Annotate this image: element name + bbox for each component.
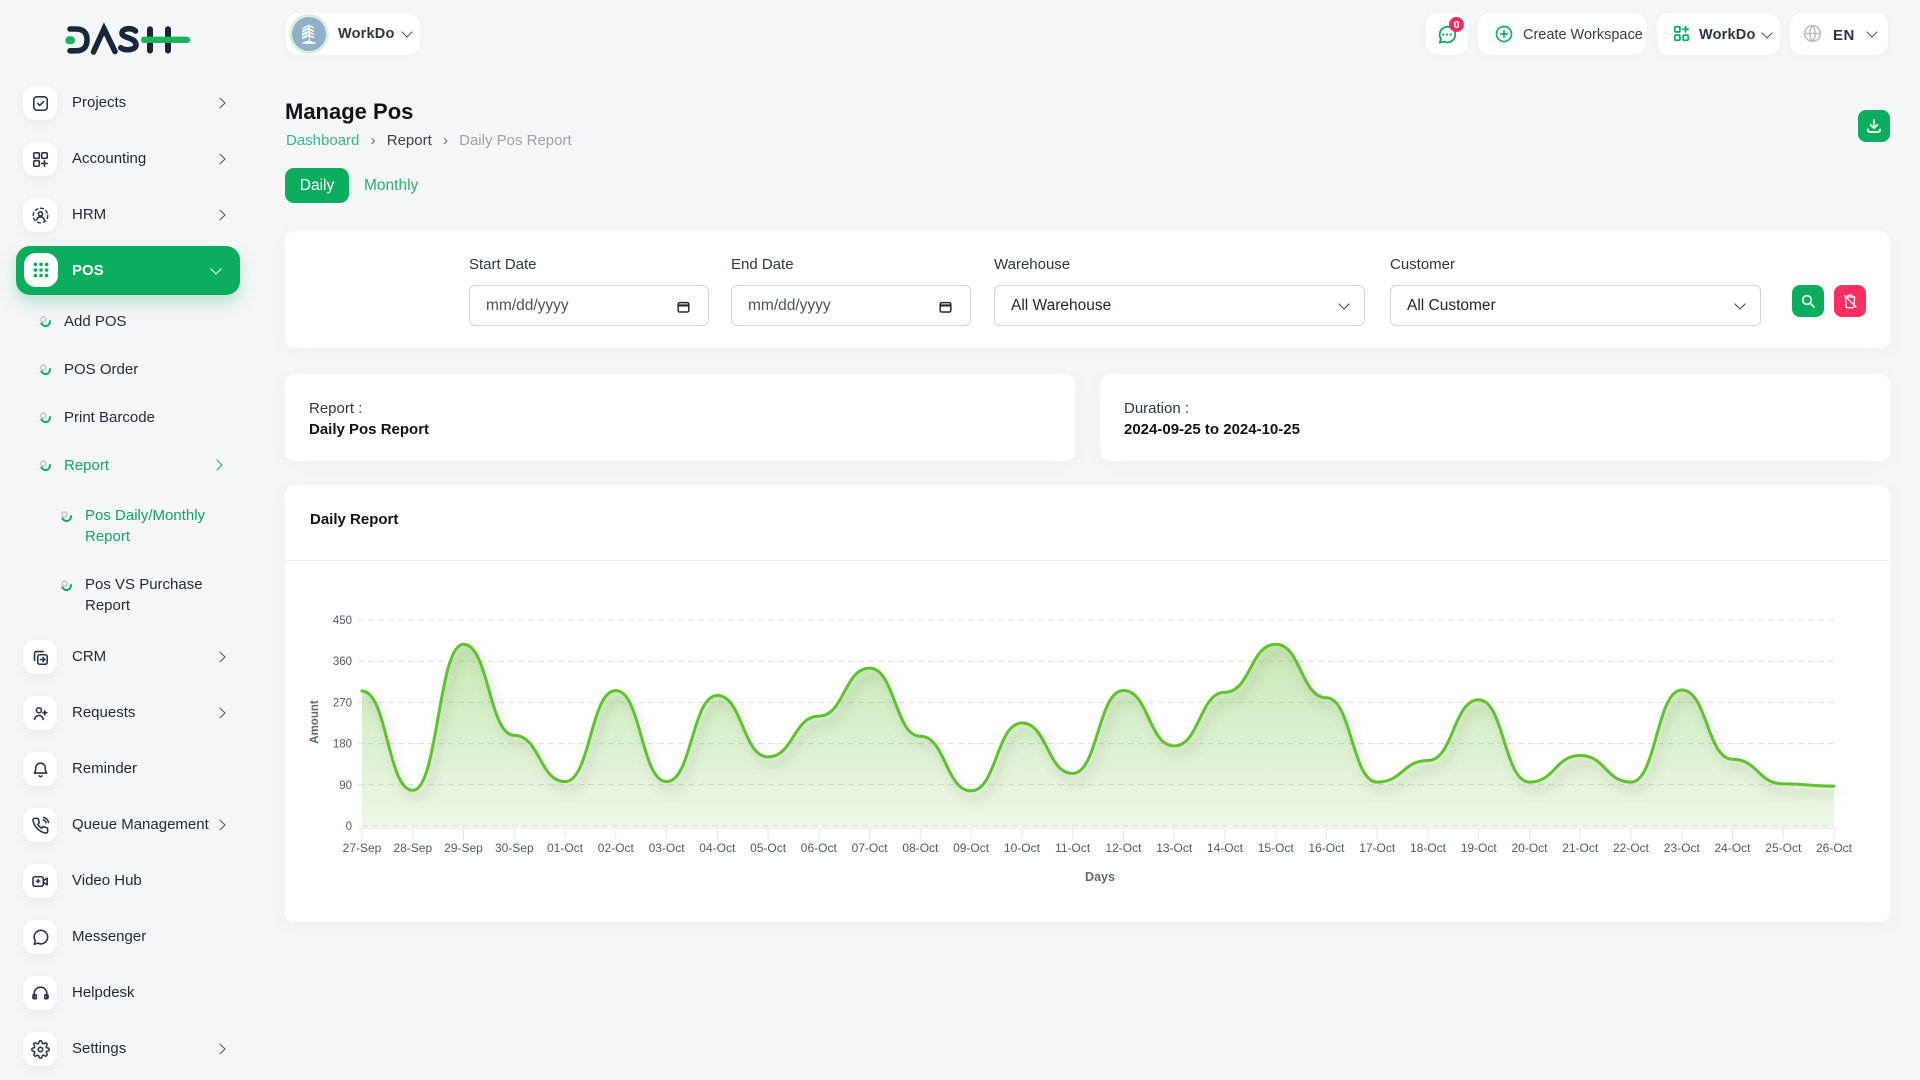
svg-text:270: 270 [333,697,352,709]
svg-text:11-Oct: 11-Oct [1055,841,1091,855]
svg-text:05-Oct: 05-Oct [750,841,787,855]
svg-text:90: 90 [339,780,352,792]
svg-text:28-Sep: 28-Sep [393,841,432,855]
svg-text:22-Oct: 22-Oct [1613,841,1650,855]
svg-text:17-Oct: 17-Oct [1359,841,1396,855]
svg-text:16-Oct: 16-Oct [1308,841,1345,855]
svg-text:Amount: Amount [309,700,321,744]
svg-text:24-Oct: 24-Oct [1714,841,1751,855]
svg-text:20-Oct: 20-Oct [1511,841,1548,855]
svg-text:01-Oct: 01-Oct [547,841,584,855]
svg-text:450: 450 [333,615,352,627]
svg-text:12-Oct: 12-Oct [1105,841,1142,855]
svg-text:08-Oct: 08-Oct [902,841,939,855]
svg-text:26-Oct: 26-Oct [1816,841,1853,855]
svg-text:25-Oct: 25-Oct [1765,841,1802,855]
svg-text:180: 180 [333,739,352,751]
svg-text:03-Oct: 03-Oct [649,841,686,855]
svg-text:21-Oct: 21-Oct [1562,841,1599,855]
svg-text:30-Sep: 30-Sep [495,841,534,855]
svg-text:15-Oct: 15-Oct [1258,841,1295,855]
svg-text:29-Sep: 29-Sep [444,841,483,855]
svg-text:18-Oct: 18-Oct [1410,841,1447,855]
svg-text:19-Oct: 19-Oct [1461,841,1498,855]
svg-text:09-Oct: 09-Oct [953,841,990,855]
svg-text:10-Oct: 10-Oct [1004,841,1041,855]
svg-text:360: 360 [333,656,352,668]
svg-text:07-Oct: 07-Oct [852,841,889,855]
svg-text:27-Sep: 27-Sep [343,841,382,855]
svg-text:23-Oct: 23-Oct [1664,841,1701,855]
svg-text:04-Oct: 04-Oct [699,841,736,855]
svg-text:14-Oct: 14-Oct [1207,841,1244,855]
svg-text:06-Oct: 06-Oct [801,841,838,855]
svg-text:Days: Days [1085,870,1115,884]
svg-text:02-Oct: 02-Oct [598,841,635,855]
svg-text:0: 0 [346,821,352,833]
svg-text:13-Oct: 13-Oct [1156,841,1193,855]
